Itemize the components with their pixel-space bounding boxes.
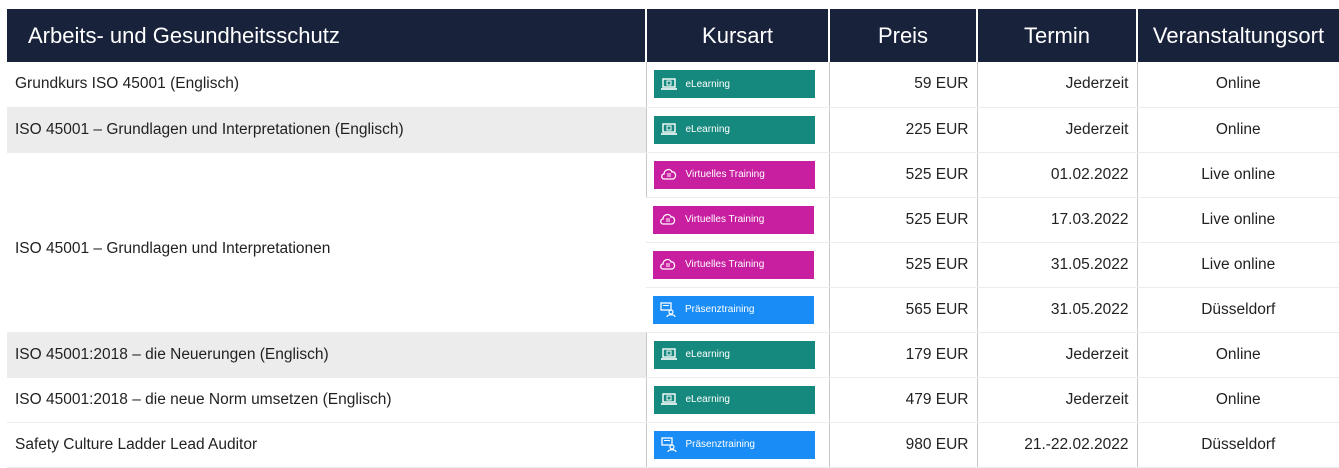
course-type-label: eLearning xyxy=(685,78,730,90)
course-title[interactable]: ISO 45001 – Grundlagen und Interpretatio… xyxy=(7,152,646,333)
course-type-badge[interactable]: eLearning xyxy=(653,115,815,144)
course-price: 525 EUR xyxy=(828,197,977,243)
course-title[interactable]: ISO 45001:2018 – die Neuerungen (Englisc… xyxy=(7,332,646,378)
course-date: Jederzeit xyxy=(976,62,1137,108)
course-type-badge[interactable]: eLearning xyxy=(653,340,815,369)
course-table: Arbeits- und Gesundheitsschutz Kursart P… xyxy=(7,9,1339,468)
course-type-badge[interactable]: Präsenztraining xyxy=(653,430,815,459)
course-date: Jederzeit xyxy=(976,332,1137,378)
course-date: Jederzeit xyxy=(976,107,1137,153)
course-type-label: eLearning xyxy=(685,394,730,405)
course-type-label: eLearning xyxy=(685,124,730,135)
course-type-badge[interactable]: Virtuelles Training xyxy=(653,250,814,279)
course-date: 31.05.2022 xyxy=(976,242,1137,288)
course-venue: Düsseldorf xyxy=(1136,287,1339,333)
cloud-document-icon xyxy=(659,256,677,273)
course-title[interactable]: Safety Culture Ladder Lead Auditor xyxy=(7,422,646,468)
course-date: 31.05.2022 xyxy=(976,287,1137,333)
header-course-type: Kursart xyxy=(645,9,829,62)
course-title[interactable]: ISO 45001 – Grundlagen und Interpretatio… xyxy=(7,107,646,153)
table-row[interactable]: Safety Culture Ladder Lead Auditor Präse… xyxy=(7,422,1339,468)
course-venue: Online xyxy=(1136,377,1339,423)
course-venue: Live online xyxy=(1136,197,1339,243)
laptop-icon xyxy=(660,346,678,363)
course-date: 17.03.2022 xyxy=(976,197,1137,243)
header-title: Arbeits- und Gesundheitsschutz xyxy=(7,9,646,62)
course-type-label: Präsenztraining xyxy=(685,439,755,450)
course-type-badge[interactable]: Virtuelles Training xyxy=(653,205,814,234)
course-type-badge[interactable]: eLearning xyxy=(653,385,815,414)
course-type-label: Virtuelles Training xyxy=(685,259,765,270)
course-venue: Düsseldorf xyxy=(1136,422,1339,468)
course-venue: Online xyxy=(1136,332,1339,378)
table-row[interactable]: ISO 45001:2018 – die Neuerungen (Englisc… xyxy=(7,332,1339,378)
table-row[interactable]: ISO 45001 – Grundlagen und Interpretatio… xyxy=(7,107,1339,153)
course-price: 225 EUR xyxy=(828,107,977,153)
table-row[interactable]: ISO 45001 – Grundlagen und Interpretatio… xyxy=(7,152,1339,333)
course-type-badge[interactable]: eLearning xyxy=(653,70,815,99)
course-title[interactable]: Grundkurs ISO 45001 (Englisch) xyxy=(7,62,646,108)
course-title[interactable]: ISO 45001:2018 – die neue Norm umsetzen … xyxy=(7,377,646,423)
header-date: Termin xyxy=(976,9,1137,62)
course-type-label: eLearning xyxy=(685,349,730,360)
course-type-label: Virtuelles Training xyxy=(685,169,765,180)
course-price: 59 EUR xyxy=(828,62,977,108)
course-venue: Live online xyxy=(1136,242,1339,288)
course-price: 479 EUR xyxy=(828,377,977,423)
course-type-label: Virtuelles Training xyxy=(685,214,765,225)
course-venue: Online xyxy=(1136,62,1339,108)
course-date: 01.02.2022 xyxy=(976,152,1137,198)
course-type-label: Präsenztraining xyxy=(685,304,755,315)
course-date: Jederzeit xyxy=(976,377,1137,423)
course-venue: Live online xyxy=(1136,152,1339,198)
table-row[interactable]: Grundkurs ISO 45001 (Englisch) eLearning… xyxy=(7,62,1339,108)
course-price: 980 EUR xyxy=(828,422,977,468)
classroom-icon xyxy=(659,301,677,318)
classroom-icon xyxy=(660,436,678,453)
cloud-document-icon xyxy=(659,211,677,228)
course-price: 565 EUR xyxy=(828,287,977,333)
course-price: 525 EUR xyxy=(828,242,977,288)
course-price: 525 EUR xyxy=(828,152,977,198)
course-price: 179 EUR xyxy=(828,332,977,378)
course-type-badge[interactable]: Virtuelles Training xyxy=(653,160,815,189)
laptop-icon xyxy=(660,121,678,138)
table-header-row: Arbeits- und Gesundheitsschutz Kursart P… xyxy=(7,9,1339,62)
course-type-badge[interactable]: Präsenztraining xyxy=(653,295,814,324)
header-price: Preis xyxy=(828,9,977,62)
table-row[interactable]: ISO 45001:2018 – die neue Norm umsetzen … xyxy=(7,377,1339,423)
header-venue: Veranstaltungsort xyxy=(1136,9,1339,62)
laptop-icon xyxy=(660,391,678,408)
course-venue: Online xyxy=(1136,107,1339,153)
course-date: 21.-22.02.2022 xyxy=(976,422,1137,468)
laptop-icon xyxy=(660,76,678,93)
cloud-document-icon xyxy=(660,166,678,183)
